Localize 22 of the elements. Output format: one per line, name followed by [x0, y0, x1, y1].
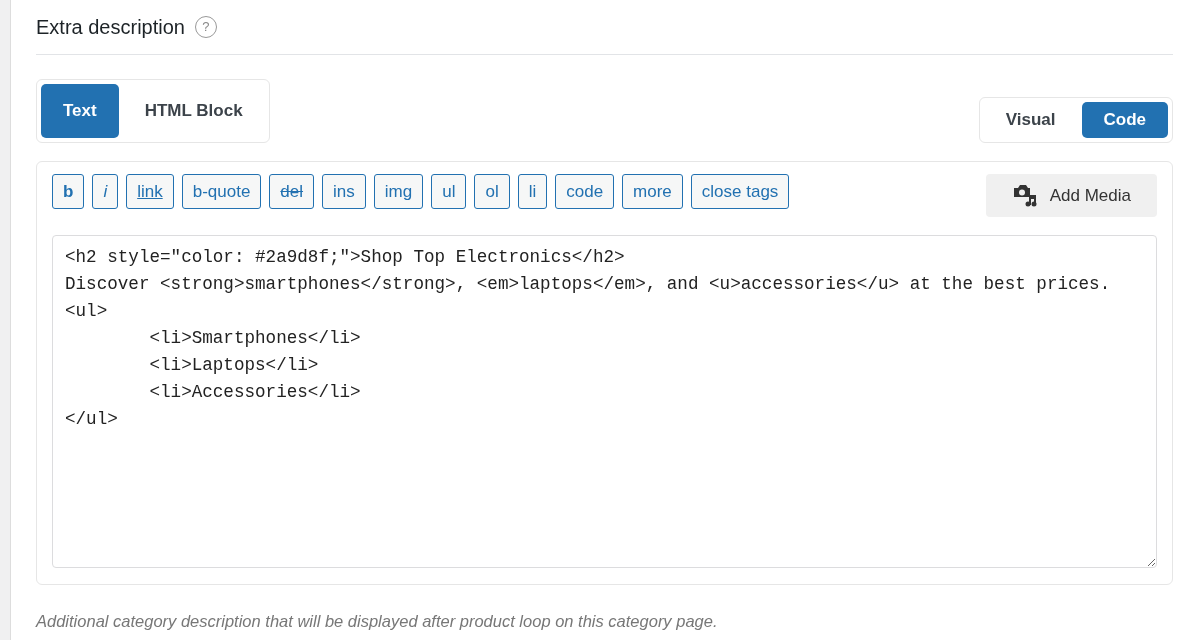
code-editor-field[interactable]: <h2 style="color: #2a9d8f;">Shop Top Electronics</h2> Discover <strong>smartphones</strong>, <em>laptops</em>, and <u>accessories</u> at the best prices. <ul> <li>Smartphones</li> <li>Laptops</li> <li>Accessories</li> </ul>	[52, 235, 1157, 568]
format-button[interactable]: del	[269, 173, 315, 209]
format-button[interactable]: b	[52, 173, 85, 209]
format-button[interactable]: ul	[431, 173, 467, 209]
camera-music-icon	[1011, 183, 1038, 208]
format-button[interactable]: more	[622, 173, 683, 209]
tab[interactable]: HTML Block	[122, 84, 265, 138]
format-button[interactable]: img	[373, 173, 424, 209]
format-button[interactable]: ins	[322, 173, 366, 209]
format-button[interactable]: b-quote	[181, 173, 262, 209]
format-button[interactable]: i	[92, 173, 119, 209]
section-title: Extra description	[36, 15, 185, 40]
tab[interactable]: Code	[1081, 102, 1168, 138]
format-button[interactable]: link	[126, 173, 174, 209]
format-button[interactable]: li	[517, 173, 548, 209]
format-button[interactable]: ol	[474, 173, 510, 209]
tab[interactable]: Text	[41, 84, 119, 138]
format-button[interactable]: code	[555, 173, 615, 209]
format-button[interactable]: close tags	[690, 173, 790, 209]
add-media-button[interactable]: Add Media	[985, 173, 1157, 217]
tab[interactable]: Visual	[983, 102, 1078, 138]
field-description: Additional category description that will be displayed after product loop on this category page.	[36, 611, 719, 632]
